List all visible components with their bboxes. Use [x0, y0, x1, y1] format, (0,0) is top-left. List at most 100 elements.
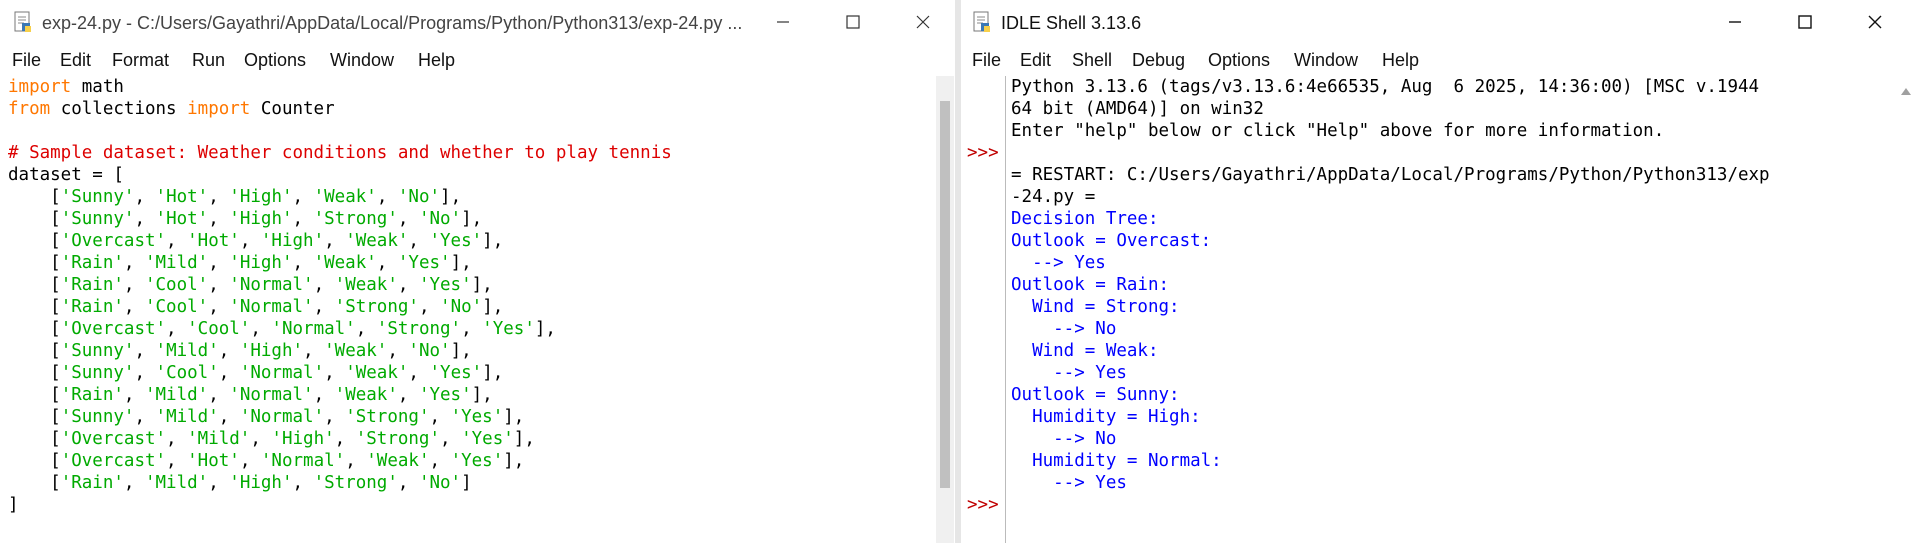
menu-run[interactable]: Run: [192, 50, 225, 71]
code-string: 'Weak': [366, 451, 430, 471]
code-text: [: [8, 319, 61, 339]
code-string: 'Overcast': [60, 319, 167, 339]
shell-prompt: >>>: [967, 495, 999, 515]
code-text: ]: [461, 473, 472, 493]
menu-options[interactable]: Options: [1208, 50, 1270, 71]
code-text: ],: [513, 429, 535, 449]
code-string: 'Yes': [429, 231, 483, 251]
shell-prompt-gutter: >>> >>>: [967, 76, 1006, 543]
menu-shell[interactable]: Shell: [1072, 50, 1112, 71]
code-text: ],: [471, 275, 493, 295]
code-text: ],: [482, 297, 504, 317]
shell-prompt: [967, 406, 1005, 428]
minimize-icon[interactable]: [760, 7, 806, 37]
code-text: [: [8, 363, 61, 383]
code-string: 'Yes': [450, 451, 504, 471]
shell-prompt: [967, 186, 1005, 208]
code-string: 'Normal': [229, 275, 314, 295]
code-string: 'Yes': [429, 363, 483, 383]
code-text: ,: [218, 341, 240, 361]
code-string: 'Mild': [155, 341, 219, 361]
shell-output[interactable]: Python 3.13.6 (tags/v3.13.6:4e66535, Aug…: [1011, 76, 1894, 543]
code-string: 'Rain': [60, 473, 124, 493]
code-line: ['Overcast', 'Hot', 'Normal', 'Weak', 'Y…: [8, 450, 934, 472]
editor-scroll-thumb[interactable]: [940, 101, 950, 488]
editor-titlebar[interactable]: exp-24.py - C:/Users/Gayathri/AppData/Lo…: [0, 0, 960, 46]
editor-scrollbar[interactable]: [936, 76, 954, 543]
code-string: 'Rain': [60, 253, 124, 273]
shell-prompt: [967, 120, 1005, 142]
code-text: dataset = [: [8, 165, 124, 185]
code-text: ,: [218, 363, 240, 383]
code-text: ,: [250, 429, 272, 449]
minimize-icon[interactable]: [1712, 7, 1758, 37]
code-text: ]: [8, 495, 19, 515]
code-text: [: [8, 429, 61, 449]
code-text: math: [71, 77, 124, 97]
menu-debug[interactable]: Debug: [1132, 50, 1185, 71]
code-text: ,: [376, 187, 398, 207]
shell-titlebar[interactable]: IDLE Shell 3.13.6: [961, 0, 1920, 46]
menu-help[interactable]: Help: [418, 50, 455, 71]
menu-window[interactable]: Window: [330, 50, 394, 71]
code-string: 'Overcast': [60, 231, 167, 251]
menu-file[interactable]: File: [12, 50, 41, 71]
code-text: ,: [123, 297, 145, 317]
scroll-up-icon[interactable]: [1901, 82, 1911, 100]
code-text: ,: [208, 187, 230, 207]
maximize-icon[interactable]: [830, 7, 876, 37]
code-text: ,: [345, 451, 367, 471]
menu-edit[interactable]: Edit: [1020, 50, 1051, 71]
code-string: 'Hot': [155, 187, 209, 207]
code-string: 'High': [229, 253, 293, 273]
code-string: 'Weak': [324, 341, 388, 361]
shell-prompt: [967, 384, 1005, 406]
code-text: ,: [440, 429, 462, 449]
code-string: 'High': [229, 187, 293, 207]
shell-prompt: [967, 164, 1005, 186]
menu-format[interactable]: Format: [112, 50, 169, 71]
shell-output-line: Humidity = Normal:: [1011, 451, 1222, 471]
shell-menubar: File Edit Shell Debug Options Window Hel…: [961, 46, 1920, 76]
shell-output-line: --> No: [1011, 429, 1117, 449]
code-string: 'High': [239, 341, 304, 361]
close-icon[interactable]: [1852, 7, 1898, 37]
code-text: ,: [134, 209, 156, 229]
code-text: ,: [123, 253, 145, 273]
code-string: 'Hot': [155, 209, 209, 229]
code-string: 'Rain': [60, 275, 124, 295]
menu-window[interactable]: Window: [1294, 50, 1358, 71]
code-line: ['Sunny', 'Hot', 'High', 'Strong', 'No']…: [8, 208, 934, 230]
editor-window: exp-24.py - C:/Users/Gayathri/AppData/Lo…: [0, 0, 961, 543]
code-string: 'Cool': [144, 297, 209, 317]
code-text: [: [8, 209, 61, 229]
shell-prompt: [967, 340, 1005, 362]
shell-prompt: [967, 296, 1005, 318]
code-text: ],: [440, 187, 462, 207]
code-string: 'Overcast': [60, 451, 167, 471]
menu-edit[interactable]: Edit: [60, 50, 91, 71]
menu-file[interactable]: File: [972, 50, 1001, 71]
code-string: 'Rain': [60, 385, 124, 405]
shell-scrollbar[interactable]: [1896, 76, 1916, 543]
menu-options[interactable]: Options: [244, 50, 306, 71]
code-string: 'Rain': [60, 297, 124, 317]
maximize-icon[interactable]: [1782, 7, 1828, 37]
code-string: 'Overcast': [60, 429, 167, 449]
code-text: ,: [134, 187, 156, 207]
shell-prompt: [967, 76, 1005, 98]
code-string: 'No': [418, 209, 462, 229]
code-text: ,: [313, 297, 335, 317]
code-text: ,: [166, 319, 188, 339]
close-icon[interactable]: [900, 7, 946, 37]
code-string: 'Weak': [345, 363, 409, 383]
code-text: ,: [292, 209, 314, 229]
code-string: 'Strong': [345, 407, 430, 427]
code-editor[interactable]: import math from collections import Count…: [8, 76, 934, 543]
menu-help[interactable]: Help: [1382, 50, 1419, 71]
code-string: 'Sunny': [60, 187, 135, 207]
code-text: [: [8, 275, 61, 295]
code-text: ,: [387, 341, 409, 361]
code-line: ['Sunny', 'Mild', 'High', 'Weak', 'No'],: [8, 340, 934, 362]
code-text: [: [8, 341, 61, 361]
